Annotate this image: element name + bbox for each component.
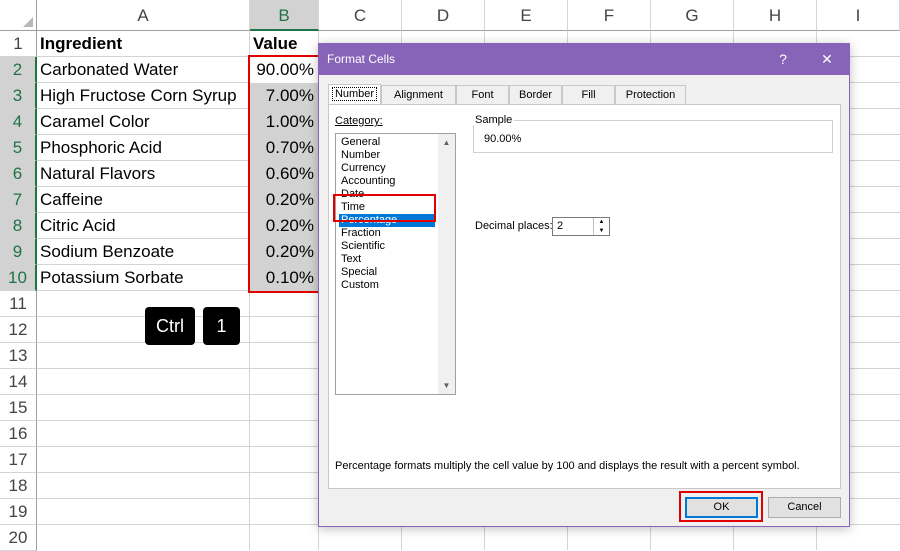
cell-a6[interactable]: Natural Flavors [37,161,250,187]
close-button[interactable]: ✕ [805,44,849,75]
column-header-c[interactable]: C [319,0,402,31]
cell-a5[interactable]: Phosphoric Acid [37,135,250,161]
cell-a9[interactable]: Sodium Benzoate [37,239,250,265]
cancel-button[interactable]: Cancel [768,497,841,518]
tab-number-label: Number [331,87,378,101]
category-item-number[interactable]: Number [339,149,435,162]
column-header-h[interactable]: H [734,0,817,31]
scroll-down-icon[interactable]: ▼ [438,377,455,394]
category-item-currency[interactable]: Currency [339,162,435,175]
category-item-special[interactable]: Special [339,266,435,279]
row-header-10[interactable]: 10 [0,265,37,291]
category-scrollbar[interactable]: ▲ ▼ [438,134,455,394]
dialog-title-bar[interactable]: Format Cells ? ✕ [319,44,849,75]
row-header-16[interactable]: 16 [0,421,37,447]
column-header-a[interactable]: A [37,0,250,31]
row-header-17[interactable]: 17 [0,447,37,473]
tab-alignment[interactable]: Alignment [381,85,456,104]
decimal-places-value[interactable]: 2 [557,220,563,232]
tab-protection[interactable]: Protection [615,85,686,104]
format-cells-dialog: Format Cells ? ✕ Number Alignment Font B… [318,43,850,527]
stepper-down-icon[interactable]: ▼ [594,227,609,235]
select-all-corner[interactable] [0,0,37,31]
tab-fill[interactable]: Fill [562,85,615,104]
decimal-places-stepper[interactable]: 2 ▲ ▼ [552,217,610,236]
category-listbox[interactable]: General Number Currency Accounting Date Time P… [335,133,456,395]
cell-a3[interactable]: High Fructose Corn Syrup [37,83,250,109]
row-header-4[interactable]: 4 [0,109,37,135]
row-header-19[interactable]: 19 [0,499,37,525]
decimal-places-label: Decimal places: [475,220,553,232]
cell-a7[interactable]: Caffeine [37,187,250,213]
column-header-row: A B C D E F G H I [0,0,900,31]
category-item-general[interactable]: General [339,136,435,149]
category-item-fraction[interactable]: Fraction [339,227,435,240]
category-description: Percentage formats multiply the cell val… [335,460,800,472]
percentage-highlight [333,194,436,222]
ctrl-key-badge: Ctrl [145,307,195,345]
number-tab-panel: Category: General Number Currency Accountin… [328,104,841,489]
cell-a4[interactable]: Caramel Color [37,109,250,135]
column-header-i[interactable]: I [817,0,900,31]
help-button[interactable]: ? [761,44,805,75]
stepper-up-icon[interactable]: ▲ [594,218,609,226]
category-item-custom[interactable]: Custom [339,279,435,292]
cell-b1[interactable]: Value [250,31,319,57]
row-header-5[interactable]: 5 [0,135,37,161]
cell-a8[interactable]: Citric Acid [37,213,250,239]
selected-range-highlight [248,55,320,293]
row-header-13[interactable]: 13 [0,343,37,369]
cell-a10[interactable]: Potassium Sorbate [37,265,250,291]
category-item-text[interactable]: Text [339,253,435,266]
row-header-11[interactable]: 11 [0,291,37,317]
row-header-12[interactable]: 12 [0,317,37,343]
column-header-g[interactable]: G [651,0,734,31]
row-header-6[interactable]: 6 [0,161,37,187]
row-header-3[interactable]: 3 [0,83,37,109]
row-header-2[interactable]: 2 [0,57,37,83]
sample-group: 90.00% [473,120,833,153]
row-header-9[interactable]: 9 [0,239,37,265]
sample-value: 90.00% [484,133,522,145]
category-label-text: Category: [335,115,383,127]
tab-number[interactable]: Number [328,84,381,105]
one-key-badge: 1 [203,307,240,345]
column-header-d[interactable]: D [402,0,485,31]
cell-a1[interactable]: Ingredient [37,31,250,57]
column-header-b[interactable]: B [250,0,319,31]
row-header-8[interactable]: 8 [0,213,37,239]
column-header-f[interactable]: F [568,0,651,31]
category-item-accounting[interactable]: Accounting [339,175,435,188]
row-header-7[interactable]: 7 [0,187,37,213]
row-header-18[interactable]: 18 [0,473,37,499]
tab-border[interactable]: Border [509,85,562,104]
category-label: Category: [335,115,383,127]
stepper-buttons: ▲ ▼ [593,218,609,235]
row-header-20[interactable]: 20 [0,525,37,551]
ok-highlight [679,491,763,522]
sample-label: Sample [473,114,515,126]
column-header-e[interactable]: E [485,0,568,31]
category-item-scientific[interactable]: Scientific [339,240,435,253]
tab-font[interactable]: Font [456,85,509,104]
cell-a2[interactable]: Carbonated Water [37,57,250,83]
dialog-title: Format Cells [327,52,396,66]
row-header-15[interactable]: 15 [0,395,37,421]
row-header-1[interactable]: 1 [0,31,37,57]
scroll-up-icon[interactable]: ▲ [438,134,455,151]
row-header-14[interactable]: 14 [0,369,37,395]
